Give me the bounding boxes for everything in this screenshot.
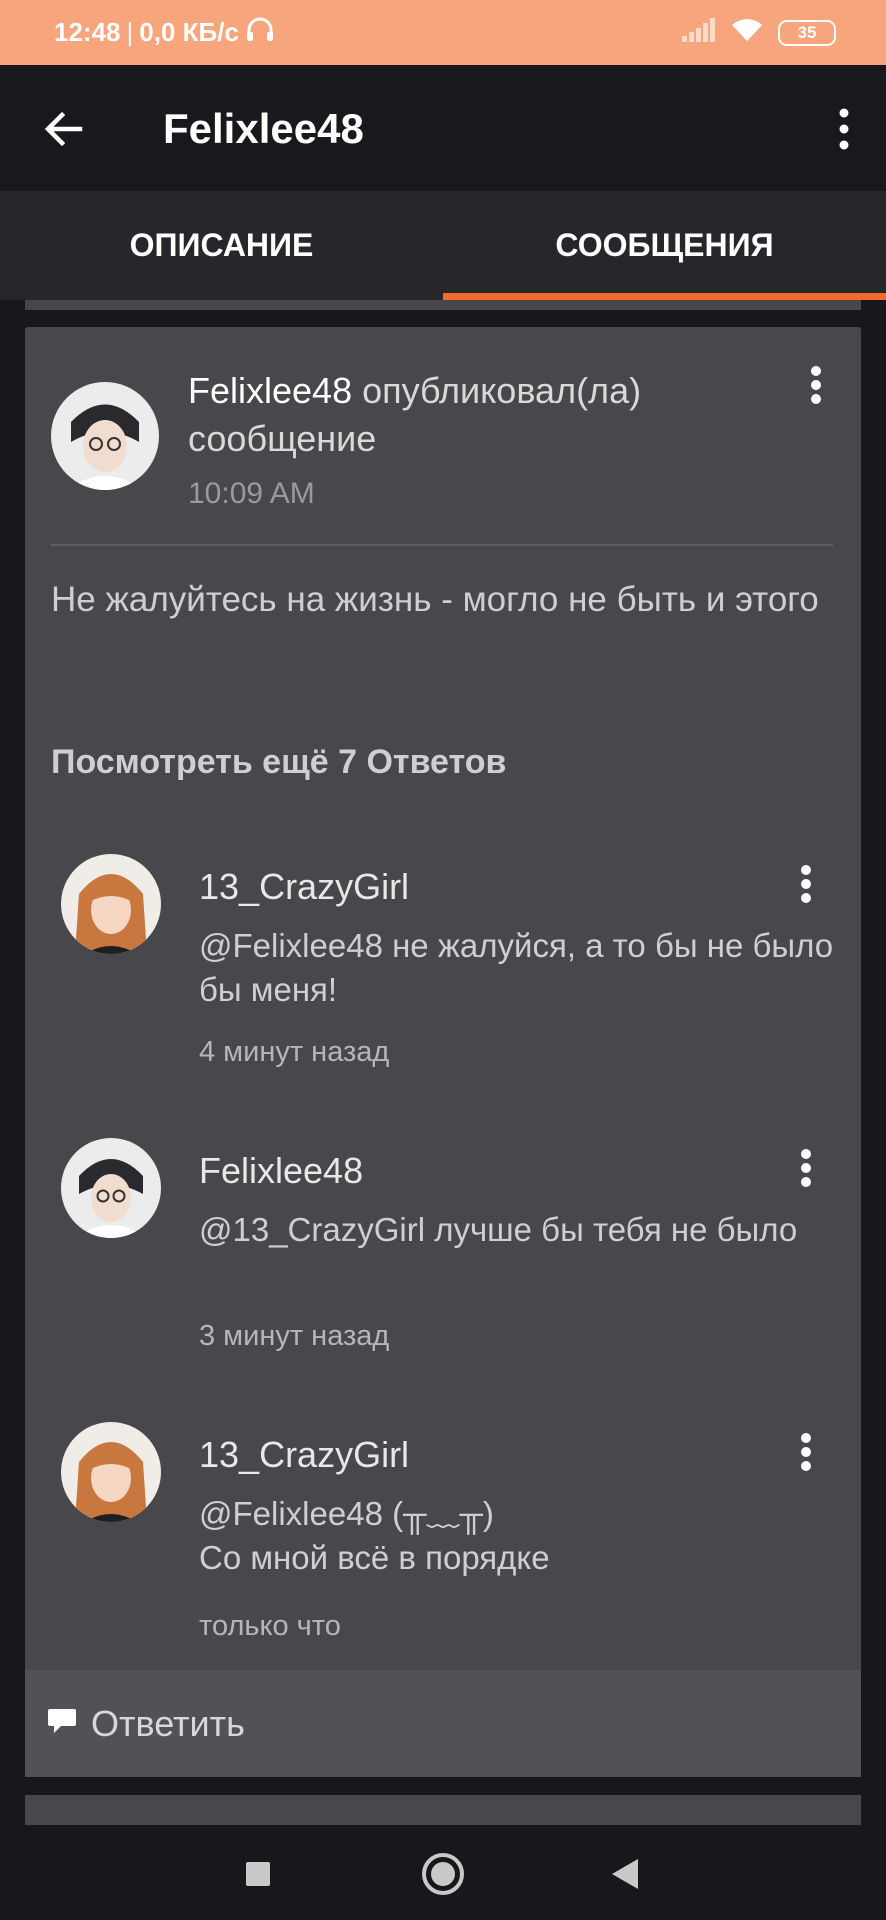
reply-more-icon[interactable] bbox=[791, 1146, 821, 1194]
back-arrow-icon[interactable] bbox=[40, 105, 88, 153]
wifi-icon bbox=[730, 17, 764, 48]
reply-text-line: @Felixlee48 (╥﹏╥) bbox=[199, 1495, 494, 1532]
reply-time: только что bbox=[199, 1610, 341, 1642]
reply-author[interactable]: 13_CrazyGirl bbox=[199, 866, 409, 908]
reply-text-line: Со мной всё в порядке bbox=[199, 1539, 550, 1576]
post-header: Felixlee48 опубликовал(ла) сообщение bbox=[188, 367, 748, 463]
tab-description[interactable]: ОПИСАНИЕ bbox=[0, 191, 443, 300]
battery-icon: 35 bbox=[778, 19, 836, 46]
avatar[interactable] bbox=[51, 382, 159, 490]
reply-author[interactable]: Felixlee48 bbox=[199, 1150, 363, 1192]
reply-item: 13_CrazyGirl @Felixlee48 не жалуйся, а т… bbox=[25, 854, 861, 1094]
post-card: Felixlee48 опубликовал(ла) сообщение 10:… bbox=[25, 327, 861, 1777]
status-bar: 12:48 | 0,0 КБ/с 35 bbox=[0, 0, 886, 65]
more-options-icon[interactable] bbox=[820, 105, 868, 153]
reply-item: Felixlee48 @13_CrazyGirl лучше бы тебя н… bbox=[25, 1138, 861, 1378]
comment-icon bbox=[47, 1707, 77, 1740]
page-title: Felixlee48 bbox=[163, 105, 364, 152]
reply-text: @Felixlee48 не жалуйся, а то бы не было … bbox=[199, 927, 834, 1008]
previous-card-edge bbox=[25, 300, 861, 310]
app-toolbar: Felixlee48 bbox=[0, 65, 886, 191]
status-separator: | bbox=[126, 17, 134, 47]
network-speed: 0,0 КБ/с bbox=[139, 17, 239, 47]
back-triangle-icon[interactable] bbox=[600, 1848, 652, 1900]
reply-time: 4 минут назад bbox=[199, 1036, 390, 1068]
avatar[interactable] bbox=[61, 1422, 161, 1522]
post-author-name[interactable]: Felixlee48 bbox=[188, 370, 352, 411]
status-left: 12:48 | 0,0 КБ/с bbox=[54, 15, 275, 50]
reply-button[interactable]: Ответить bbox=[25, 1670, 861, 1777]
headphones-icon bbox=[245, 15, 275, 50]
tab-messages[interactable]: СООБЩЕНИЯ bbox=[443, 191, 886, 300]
reply-more-icon[interactable] bbox=[791, 862, 821, 910]
reply-item: 13_CrazyGirl @Felixlee48 (╥﹏╥) Со мной в… bbox=[25, 1422, 861, 1662]
reply-author[interactable]: 13_CrazyGirl bbox=[199, 1434, 409, 1476]
navigation-bar bbox=[0, 1828, 886, 1920]
view-more-replies-link[interactable]: Посмотреть ещё 7 Ответов bbox=[51, 743, 506, 782]
post-body: Не жалуйтесь на жизнь - могло не быть и … bbox=[51, 580, 819, 619]
reply-text: @Felixlee48 (╥﹏╥) Со мной всё в порядке bbox=[199, 1492, 839, 1580]
avatar[interactable] bbox=[61, 1138, 161, 1238]
signal-icon bbox=[682, 18, 716, 47]
avatar[interactable] bbox=[61, 854, 161, 954]
post-more-icon[interactable] bbox=[801, 363, 831, 411]
home-circle-icon[interactable] bbox=[417, 1848, 469, 1900]
post-timestamp: 10:09 AM bbox=[188, 477, 315, 510]
reply-text: @13_CrazyGirl лучше бы тебя не было bbox=[199, 1211, 798, 1248]
divider bbox=[51, 544, 833, 546]
status-right: 35 bbox=[682, 17, 836, 48]
reply-label: Ответить bbox=[91, 1702, 245, 1744]
status-time: 12:48 bbox=[54, 17, 121, 47]
reply-more-icon[interactable] bbox=[791, 1430, 821, 1478]
next-card-edge bbox=[25, 1795, 861, 1825]
battery-level: 35 bbox=[797, 22, 817, 42]
recents-square-icon[interactable] bbox=[232, 1848, 284, 1900]
tab-bar: ОПИСАНИЕ СООБЩЕНИЯ bbox=[0, 191, 886, 300]
reply-time: 3 минут назад bbox=[199, 1320, 390, 1352]
